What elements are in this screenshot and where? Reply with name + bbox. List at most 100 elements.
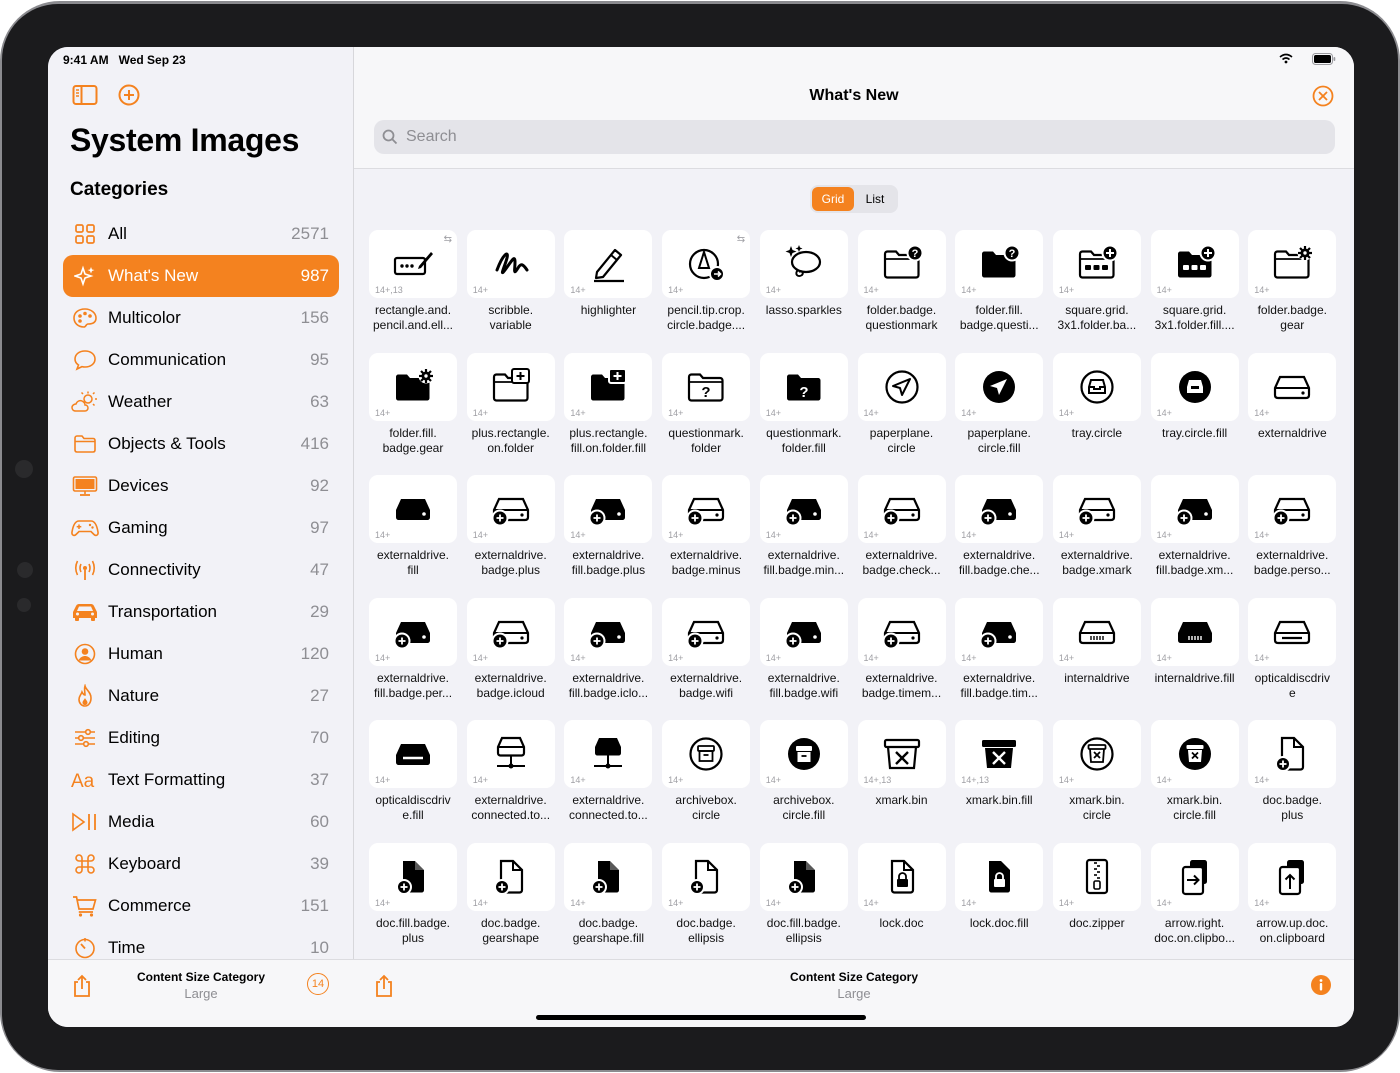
symbol-tile[interactable]: ? 14+ questionmark. folder.fill xyxy=(759,352,850,458)
sidebar-item-communication[interactable]: Communication 95 xyxy=(63,339,339,381)
symbol-preview[interactable]: 14+ xyxy=(1052,720,1141,788)
symbol-tile[interactable]: 14+ square.grid. 3x1.folder.ba... xyxy=(1052,230,1143,335)
symbol-tile[interactable]: 14+ highlighter xyxy=(564,230,654,335)
symbol-tile[interactable]: 14+ archivebox. circle.fill xyxy=(759,720,850,825)
symbol-tile[interactable]: 14+ opticaldiscdriv e xyxy=(1248,597,1338,703)
symbol-tile[interactable]: 14+ doc.badge. ellipsis xyxy=(662,842,752,948)
symbol-tile[interactable]: ? 14+ folder.fill. badge.questi... xyxy=(955,230,1045,335)
symbol-preview[interactable]: 14+ xyxy=(369,842,457,911)
symbol-tile[interactable]: 14+ externaldrive. fill.badge.iclo... xyxy=(564,597,654,703)
symbol-tile[interactable]: 14+ externaldrive. badge.timem... xyxy=(857,597,948,703)
symbol-preview[interactable]: 14+ xyxy=(1248,597,1337,666)
symbol-preview[interactable]: 14+,13 xyxy=(857,720,946,788)
symbol-preview[interactable]: 14+ xyxy=(1248,842,1337,911)
symbol-preview[interactable]: 14+ xyxy=(466,720,555,788)
symbol-preview[interactable]: 14+ xyxy=(662,475,751,543)
symbol-preview[interactable]: 14+ xyxy=(759,842,848,911)
symbol-tile[interactable]: 14+ tray.circle xyxy=(1052,352,1143,458)
symbol-preview[interactable]: 14+ xyxy=(1052,352,1141,421)
symbol-preview[interactable]: 14+ xyxy=(369,720,457,788)
symbol-tile[interactable]: 14+ xmark.bin. circle xyxy=(1052,720,1143,825)
symbol-preview[interactable]: 14+ xyxy=(369,597,457,666)
symbol-preview[interactable]: 14+ xyxy=(564,230,653,298)
symbol-tile[interactable]: 14+,13 xmark.bin xyxy=(857,720,948,825)
symbol-preview[interactable]: 14+ xyxy=(1248,475,1337,543)
symbol-preview[interactable]: 14+ xyxy=(466,842,555,911)
symbol-tile[interactable]: 14+ externaldrive. fill.badge.per... xyxy=(369,597,459,703)
symbol-preview[interactable]: 14+ ⇆ xyxy=(662,230,751,298)
symbol-preview[interactable]: 14+ xyxy=(369,352,457,421)
symbol-preview[interactable]: 14+ xyxy=(662,597,751,666)
symbol-tile[interactable]: 14+ externaldrive xyxy=(1248,352,1338,458)
symbol-tile[interactable]: 14+ doc.zipper xyxy=(1052,842,1143,948)
symbol-preview[interactable]: 14+ xyxy=(857,352,946,421)
symbol-tile[interactable]: 14+ doc.badge. gearshape.fill xyxy=(564,842,654,948)
add-circle-icon[interactable] xyxy=(118,84,140,111)
symbol-preview[interactable]: 14+ xyxy=(1150,720,1239,788)
symbol-tile[interactable]: 14+ externaldrive. connected.to... xyxy=(466,720,557,825)
sidebar-item-keyboard[interactable]: Keyboard 39 xyxy=(63,843,339,885)
symbol-tile[interactable]: 14+ lock.doc xyxy=(857,842,948,948)
symbol-tile[interactable]: 14+ folder.badge. gear xyxy=(1248,230,1338,335)
sidebar-item-what-s-new[interactable]: What's New 987 xyxy=(63,255,339,297)
symbol-tile[interactable]: 14+ archivebox. circle xyxy=(662,720,752,825)
symbol-preview[interactable]: 14+ xyxy=(466,230,555,298)
symbol-tile[interactable]: 14+ externaldrive. badge.check... xyxy=(857,475,948,580)
symbol-tile[interactable]: 14+ externaldrive. badge.minus xyxy=(662,475,752,580)
symbol-tile[interactable]: 14+ externaldrive. badge.icloud xyxy=(466,597,557,703)
symbol-tile[interactable]: 14+ externaldrive. fill.badge.che... xyxy=(955,475,1045,580)
info-icon[interactable] xyxy=(1310,974,1332,996)
symbol-preview[interactable]: 14+ xyxy=(857,597,946,666)
symbol-preview[interactable]: ? 14+ xyxy=(955,230,1044,298)
symbol-preview[interactable]: 14+ xyxy=(1150,475,1239,543)
symbol-preview[interactable]: 14+ xyxy=(1248,230,1337,298)
symbol-preview[interactable]: 14+ xyxy=(466,475,555,543)
sidebar-item-weather[interactable]: Weather 63 xyxy=(63,381,339,423)
sidebar-item-nature[interactable]: Nature 27 xyxy=(63,675,339,717)
symbol-tile[interactable]: 14+,13 xmark.bin.fill xyxy=(955,720,1045,825)
symbol-preview[interactable]: 14+ xyxy=(1150,842,1239,911)
symbol-tile[interactable]: 14+ externaldrive. connected.to... xyxy=(564,720,654,825)
symbol-tile[interactable]: 14+ doc.badge. plus xyxy=(1248,720,1338,825)
sidebar-item-multicolor[interactable]: Multicolor 156 xyxy=(63,297,339,339)
symbol-tile[interactable]: 14+ externaldrive. badge.xmark xyxy=(1052,475,1143,580)
sidebar-item-transportation[interactable]: Transportation 29 xyxy=(63,591,339,633)
symbol-tile[interactable]: 14+ lasso.sparkles xyxy=(759,230,850,335)
symbol-tile[interactable]: 14+ externaldrive. badge.perso... xyxy=(1248,475,1338,580)
symbol-tile[interactable]: 14+ plus.rectangle. fill.on.folder.fill xyxy=(564,352,654,458)
sidebar-item-gaming[interactable]: Gaming 97 xyxy=(63,507,339,549)
sidebar-item-commerce[interactable]: Commerce 151 xyxy=(63,885,339,927)
symbol-tile[interactable]: 14+ scribble. variable xyxy=(466,230,557,335)
symbol-preview[interactable]: 14+ xyxy=(955,475,1044,543)
sidebar-item-text-formatting[interactable]: Aa Text Formatting 37 xyxy=(63,759,339,801)
symbol-tile[interactable]: 14+ opticaldiscdriv e.fill xyxy=(369,720,459,825)
symbol-tile[interactable]: 14+ arrow.up.doc. on.clipboard xyxy=(1248,842,1338,948)
symbol-tile[interactable]: 14+ xmark.bin. circle.fill xyxy=(1150,720,1241,825)
symbol-preview[interactable]: 14+ xyxy=(466,597,555,666)
symbol-tile[interactable]: 14+ square.grid. 3x1.folder.fill.... xyxy=(1150,230,1241,335)
symbol-preview[interactable]: ? 14+ xyxy=(759,352,848,421)
symbol-preview[interactable]: 14+ xyxy=(1150,352,1239,421)
symbol-tile[interactable]: 14+ internaldrive xyxy=(1052,597,1143,703)
symbol-preview[interactable]: ? 14+ xyxy=(662,352,751,421)
segment-grid[interactable]: Grid xyxy=(812,187,854,211)
symbol-tile[interactable]: 14+ arrow.right. doc.on.clipbo... xyxy=(1150,842,1241,948)
symbol-tile[interactable]: ? 14+ questionmark. folder xyxy=(662,352,752,458)
symbol-preview[interactable]: 14+ xyxy=(564,842,653,911)
symbol-preview[interactable]: 14+ xyxy=(955,842,1044,911)
symbol-tile[interactable]: 14+ externaldrive. fill.badge.xm... xyxy=(1150,475,1241,580)
symbol-tile[interactable]: 14+ doc.fill.badge. plus xyxy=(369,842,459,948)
size-badge[interactable]: 14 xyxy=(307,973,329,995)
symbol-preview[interactable]: 14+ xyxy=(955,597,1044,666)
sidebar-item-all[interactable]: All 2571 xyxy=(63,213,339,255)
symbol-preview[interactable]: 14+ xyxy=(662,720,751,788)
sidebar-item-objects-tools[interactable]: Objects & Tools 416 xyxy=(63,423,339,465)
symbol-preview[interactable]: 14+ xyxy=(1052,475,1141,543)
symbol-preview[interactable]: 14+,13 ⇆ xyxy=(369,230,457,298)
symbol-preview[interactable]: 14+ xyxy=(759,230,848,298)
symbol-tile[interactable]: 14+ paperplane. circle xyxy=(857,352,948,458)
segment-list[interactable]: List xyxy=(854,187,896,211)
symbol-preview[interactable]: 14+ xyxy=(857,475,946,543)
symbol-tile[interactable]: 14+,13 ⇆ rectangle.and. pencil.and.ell... xyxy=(369,230,459,335)
search-input[interactable] xyxy=(406,128,1206,146)
